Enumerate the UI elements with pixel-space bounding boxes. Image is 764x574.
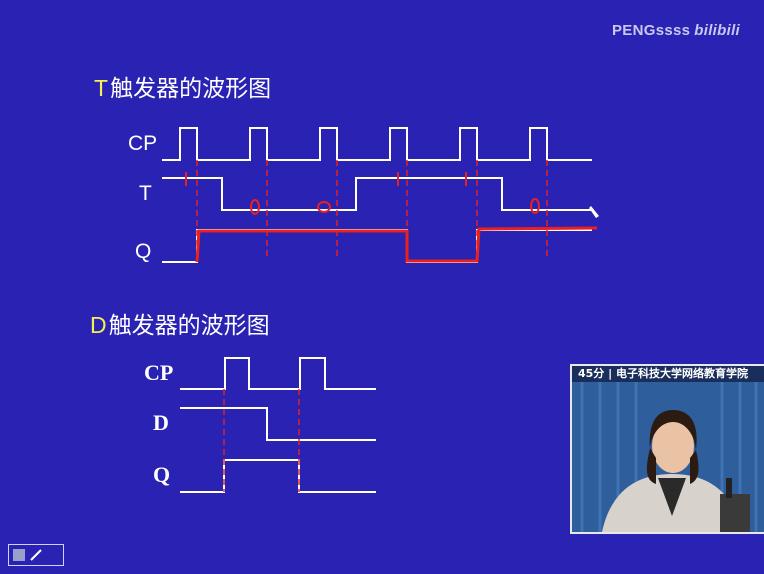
- t-cp-label: CP: [128, 132, 157, 155]
- d-q-signal: [180, 459, 376, 493]
- pen-tool-button[interactable]: [8, 544, 64, 566]
- d-q-label: Q: [153, 462, 170, 487]
- lecturer-video[interactable]: 45分 | 电子科技大学网络教育学院: [570, 364, 764, 534]
- d-waveforms: CP D Q: [144, 357, 376, 493]
- t-t-signal: [162, 177, 592, 211]
- t-q-traced-signal: [195, 226, 598, 263]
- lecturer-image: [572, 382, 764, 532]
- d-cp-label: CP: [144, 360, 173, 385]
- t-q-label: Q: [135, 240, 151, 263]
- d-d-label: D: [153, 410, 169, 435]
- pen-tool-icon: [13, 549, 42, 561]
- d-d-signal: [180, 407, 376, 441]
- t-waveforms: CP T Q: [128, 127, 599, 263]
- d-cp-signal: [180, 357, 376, 390]
- t-cp-signal: [162, 127, 592, 161]
- t-zero-mark-1: [250, 199, 260, 215]
- t-t-label: T: [139, 182, 152, 205]
- pen-cursor-icon: [589, 206, 599, 218]
- t-q-signal: [162, 229, 592, 263]
